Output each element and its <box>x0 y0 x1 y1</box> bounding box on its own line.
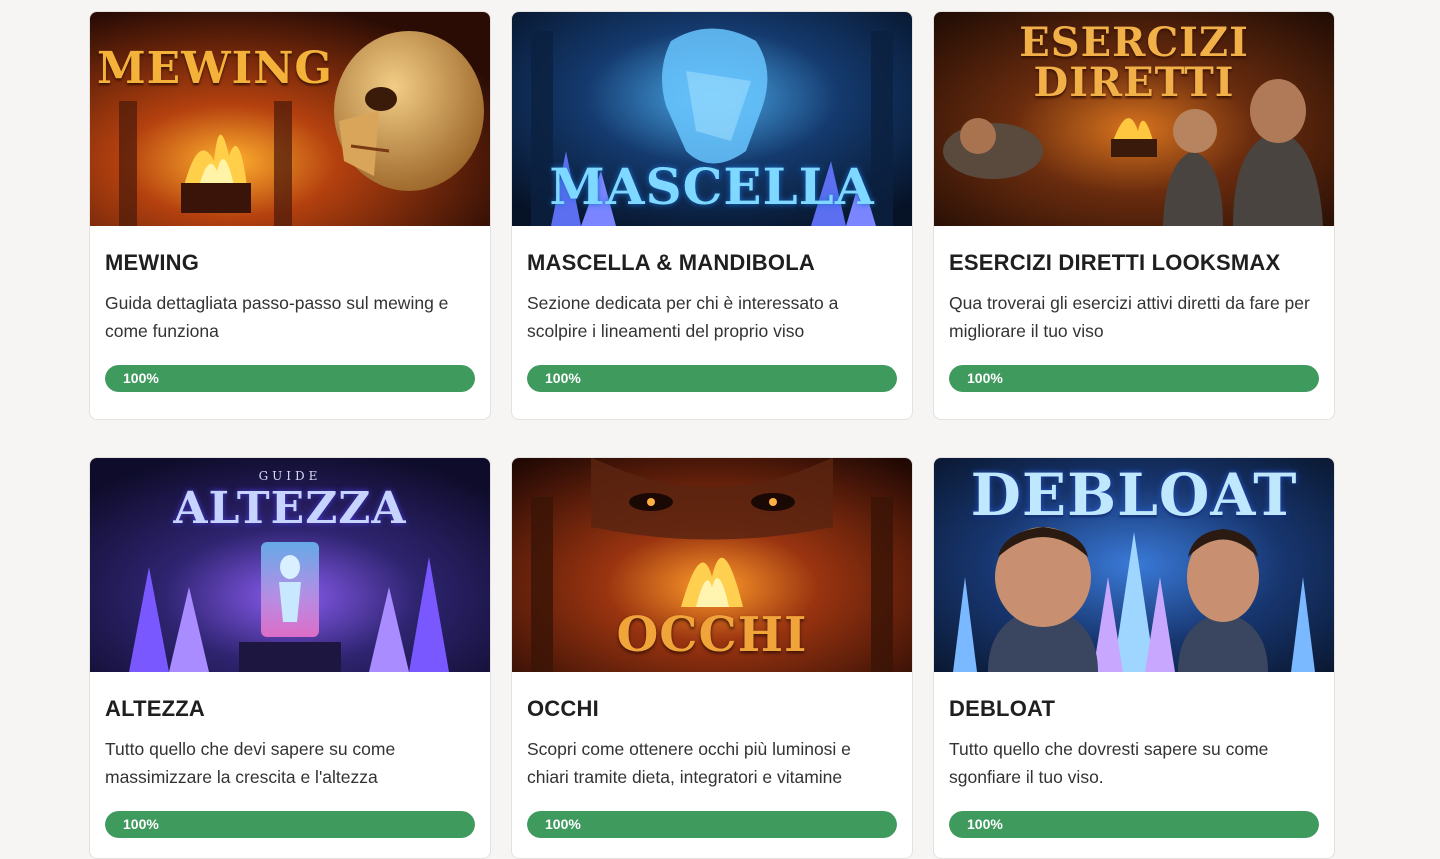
course-card-esercizi[interactable]: ESERCIZI DIRETTI ESERCIZI DIRETTI LOOKSM… <box>933 11 1335 420</box>
course-description: Tutto quello che devi sapere su come mas… <box>105 739 396 787</box>
course-title: MEWING <box>105 250 200 275</box>
progress-label: 100% <box>545 816 581 832</box>
progress-label: 100% <box>123 370 159 386</box>
progress-label: 100% <box>123 816 159 832</box>
course-thumbnail[interactable]: ESERCIZI DIRETTI <box>934 12 1334 226</box>
progress-fill <box>527 365 897 392</box>
course-card-occhi[interactable]: OCCHI OCCHI Scopri come ottenere occhi p… <box>511 457 913 859</box>
progress-bar: 100% <box>105 365 475 392</box>
progress-label: 100% <box>967 816 1003 832</box>
course-title: OCCHI <box>527 696 599 721</box>
thumbnail-title: DEBLOAT <box>970 461 1298 529</box>
progress-fill <box>105 811 475 838</box>
progress-label: 100% <box>545 370 581 386</box>
course-thumbnail[interactable]: GUIDE ALTEZZA <box>90 458 490 672</box>
progress-bar: 100% <box>105 811 475 838</box>
progress-bar: 100% <box>527 811 897 838</box>
course-description: Guida dettagliata passo-passo sul mewing… <box>105 293 449 341</box>
course-title: ALTEZZA <box>105 696 205 721</box>
progress-bar: 100% <box>949 365 1319 392</box>
course-description: Qua troverai gli esercizi attivi diretti… <box>949 293 1310 341</box>
thumbnail-title-line-2: DIRETTI <box>1033 59 1235 106</box>
progress-fill <box>949 811 1319 838</box>
thumbnail-subtitle: GUIDE <box>258 469 322 483</box>
course-description: Tutto quello che dovresti sapere su come… <box>949 739 1269 787</box>
progress-label: 100% <box>967 370 1003 386</box>
thumbnail-title: MASCELLA <box>549 157 875 216</box>
progress-fill <box>105 365 475 392</box>
course-card-mewing[interactable]: MEWING MEWING Guida dettagliata passo-pa… <box>89 11 491 420</box>
progress-fill <box>527 811 897 838</box>
course-thumbnail[interactable]: OCCHI <box>512 458 912 672</box>
course-card-mascella[interactable]: MASCELLA MASCELLA & MANDIBOLA Sezione de… <box>511 11 913 420</box>
course-card-altezza[interactable]: GUIDE ALTEZZA ALTEZZA Tutto quello che d… <box>89 457 491 859</box>
progress-bar: 100% <box>949 811 1319 838</box>
course-title: MASCELLA & MANDIBOLA <box>527 250 815 275</box>
course-card-debloat[interactable]: DEBLOAT DEBLOAT Tutto quello che dovrest… <box>933 457 1335 859</box>
course-description: Sezione dedicata per chi è interessato a… <box>527 293 839 341</box>
thumbnail-title: MEWING <box>96 43 334 94</box>
course-title: ESERCIZI DIRETTI LOOKSMAX <box>949 250 1281 275</box>
course-thumbnail[interactable]: DEBLOAT <box>934 458 1334 672</box>
course-thumbnail[interactable]: MASCELLA <box>512 12 912 226</box>
course-description: Scopri come ottenere occhi più luminosi … <box>527 739 851 787</box>
course-title: DEBLOAT <box>949 696 1056 721</box>
thumbnail-title: OCCHI <box>616 607 808 663</box>
progress-fill <box>949 365 1319 392</box>
thumbnail-title: ALTEZZA <box>173 483 407 534</box>
course-thumbnail[interactable]: MEWING <box>90 12 490 226</box>
progress-bar: 100% <box>527 365 897 392</box>
course-grid: MEWING MEWING Guida dettagliata passo-pa… <box>0 0 1440 859</box>
